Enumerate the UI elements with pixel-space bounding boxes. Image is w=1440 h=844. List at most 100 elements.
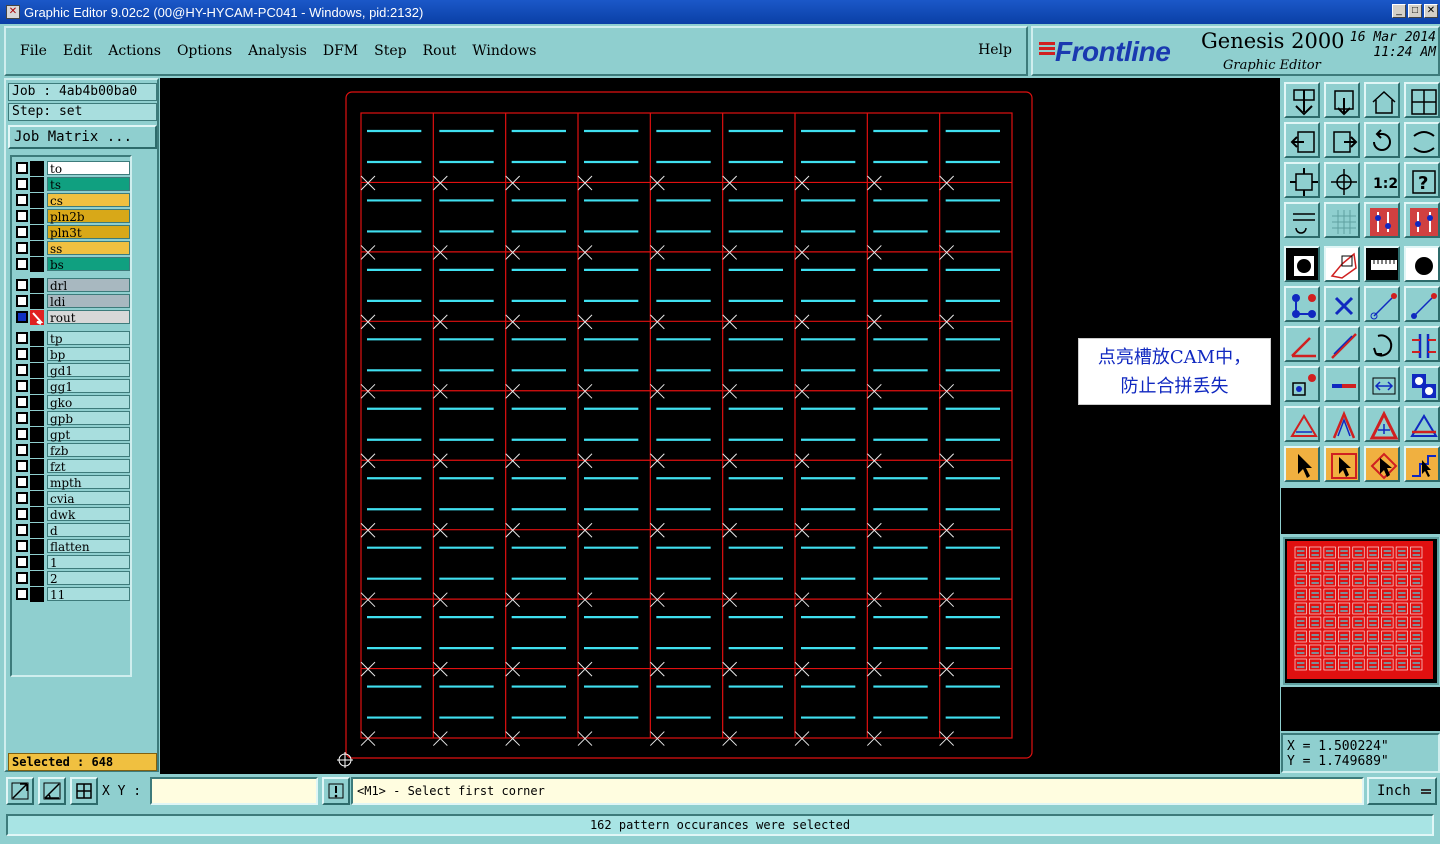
layer-row-1[interactable]: 1	[14, 555, 130, 570]
layer-row-gko[interactable]: gko	[14, 395, 130, 410]
pad2-tool-button[interactable]	[1284, 366, 1320, 402]
tri4-tool-button[interactable]	[1404, 406, 1440, 442]
layer-row-rout[interactable]: rout	[14, 310, 130, 325]
layer-checkbox[interactable]	[16, 348, 28, 360]
cross-tool-button[interactable]	[1324, 286, 1360, 322]
layer-row-11[interactable]: 11	[14, 587, 130, 602]
angle-tool-button[interactable]	[1284, 326, 1320, 362]
menu-actions[interactable]: Actions	[108, 43, 161, 59]
layer-checkbox[interactable]	[16, 396, 28, 408]
layer-checkbox[interactable]	[16, 428, 28, 440]
layer-row-d[interactable]: d	[14, 523, 130, 538]
layer-checkbox[interactable]	[16, 210, 28, 222]
layer-row-cvia[interactable]: cvia	[14, 491, 130, 506]
layer-row-gd1[interactable]: gd1	[14, 363, 130, 378]
layer-row-ss[interactable]: ss	[14, 241, 130, 256]
pad-tool-button[interactable]	[1284, 246, 1320, 282]
layer-checkbox[interactable]	[16, 178, 28, 190]
layer-checkbox[interactable]	[16, 412, 28, 424]
menu-dfm[interactable]: DFM	[323, 43, 358, 59]
xy-input[interactable]	[150, 777, 318, 805]
polygon-tool-button[interactable]	[1324, 246, 1360, 282]
layer-checkbox[interactable]	[16, 588, 28, 600]
scale-one-button[interactable]: 1:2	[1364, 162, 1400, 198]
close-button[interactable]: ✕	[1424, 4, 1438, 18]
maximize-button[interactable]: □	[1408, 4, 1422, 18]
layer-checkbox[interactable]	[16, 279, 28, 291]
minimize-button[interactable]: _	[1392, 4, 1406, 18]
measure-button[interactable]	[38, 777, 66, 805]
alert-button[interactable]	[322, 777, 350, 805]
redraw-button[interactable]	[1404, 122, 1440, 158]
line-tool-button[interactable]	[1364, 286, 1400, 322]
menu-file[interactable]: File	[20, 43, 47, 59]
layer-checkbox[interactable]	[16, 476, 28, 488]
fit-screen-button[interactable]	[1284, 162, 1320, 198]
tri-tool-button[interactable]	[1284, 406, 1320, 442]
layer-row-fzb[interactable]: fzb	[14, 443, 130, 458]
layer-row-pln2b[interactable]: pln2b	[14, 209, 130, 224]
layer-checkbox[interactable]	[16, 162, 28, 174]
layer-row-drl[interactable]: drl	[14, 278, 130, 293]
tri3-tool-button[interactable]	[1364, 406, 1400, 442]
undo-view-button[interactable]	[1364, 122, 1400, 158]
layer-row-cs[interactable]: cs	[14, 193, 130, 208]
layer-row-dwk[interactable]: dwk	[14, 507, 130, 522]
select-tool-button[interactable]	[1284, 446, 1320, 482]
group-tool-button[interactable]	[1404, 366, 1440, 402]
select-box-button[interactable]	[1324, 446, 1360, 482]
layer-row-ts[interactable]: ts	[14, 177, 130, 192]
layer-row-bp[interactable]: bp	[14, 347, 130, 362]
overview-map[interactable]	[1283, 537, 1439, 685]
layer-row-gpb[interactable]: gpb	[14, 411, 130, 426]
ruler-tool-button[interactable]	[1364, 246, 1400, 282]
menu-step[interactable]: Step	[374, 43, 406, 59]
menu-rout[interactable]: Rout	[423, 43, 457, 59]
diag-tool-button[interactable]	[1324, 326, 1360, 362]
measure-red-button[interactable]	[1364, 202, 1400, 238]
layer-checkbox[interactable]	[16, 258, 28, 270]
job-matrix-button[interactable]: Job Matrix ...	[8, 125, 157, 149]
menu-analysis[interactable]: Analysis	[248, 43, 307, 59]
select-poly-button[interactable]	[1364, 446, 1400, 482]
layer-checkbox[interactable]	[16, 380, 28, 392]
layer-checkbox[interactable]	[16, 460, 28, 472]
arc-tool-button[interactable]	[1364, 326, 1400, 362]
layer-checkbox[interactable]	[16, 226, 28, 238]
layer-row-to[interactable]: to	[14, 161, 130, 176]
layer-row-ldi[interactable]: ldi	[14, 294, 130, 309]
pan-right-button[interactable]	[1324, 122, 1360, 158]
grid-snap-button[interactable]	[70, 777, 98, 805]
layer-row-bs[interactable]: bs	[14, 257, 130, 272]
layer-row-gg1[interactable]: gg1	[14, 379, 130, 394]
layer-checkbox[interactable]	[16, 332, 28, 344]
menu-options[interactable]: Options	[177, 43, 232, 59]
units-dropdown[interactable]: Inch	[1367, 777, 1437, 805]
select-path-button[interactable]	[1404, 446, 1440, 482]
zoom-home-button[interactable]	[1284, 82, 1320, 118]
center-button[interactable]	[1324, 162, 1360, 198]
panel-view-button[interactable]	[1404, 82, 1440, 118]
menu-windows[interactable]: Windows	[472, 43, 536, 59]
layer-row-mpth[interactable]: mpth	[14, 475, 130, 490]
menu-edit[interactable]: Edit	[63, 43, 92, 59]
dot-tool-button[interactable]	[1404, 246, 1440, 282]
node-tool-button[interactable]	[1284, 286, 1320, 322]
layer-row-tp[interactable]: tp	[14, 331, 130, 346]
layer-checkbox[interactable]	[16, 508, 28, 520]
config-button[interactable]	[1284, 202, 1320, 238]
graphic-canvas[interactable]: 点亮槽放CAM中， 防止合拼丢失	[160, 78, 1280, 774]
snap-arrow-button[interactable]	[6, 777, 34, 805]
measure-red2-button[interactable]	[1404, 202, 1440, 238]
help-query-button[interactable]: ?	[1404, 162, 1440, 198]
layer-checkbox[interactable]	[16, 444, 28, 456]
zoom-page-button[interactable]	[1324, 82, 1360, 118]
layer-checkbox[interactable]	[16, 311, 28, 323]
split-tool-button[interactable]	[1364, 366, 1400, 402]
layer-checkbox[interactable]	[16, 556, 28, 568]
layer-row-gpt[interactable]: gpt	[14, 427, 130, 442]
tri2-tool-button[interactable]	[1324, 406, 1360, 442]
bar-tool-button[interactable]	[1324, 366, 1360, 402]
layer-checkbox[interactable]	[16, 194, 28, 206]
menu-help[interactable]: Help	[978, 42, 1012, 58]
